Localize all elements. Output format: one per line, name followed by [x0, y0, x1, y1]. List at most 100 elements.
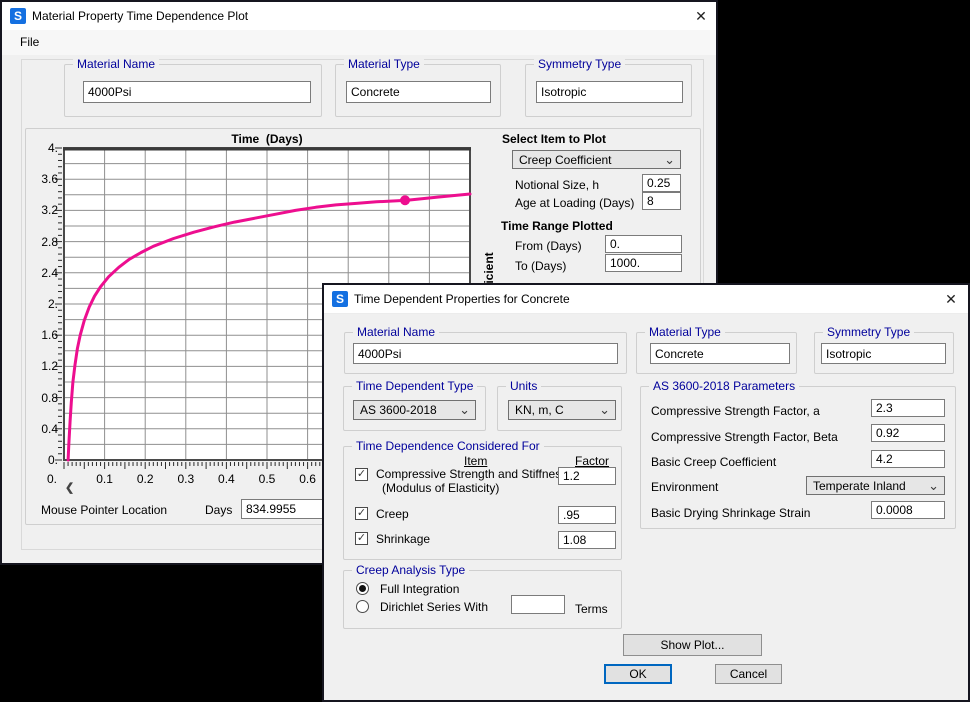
mouse-location-unit: Days	[205, 503, 232, 517]
symmetry-type-field[interactable]	[821, 343, 946, 364]
compressive-item-label2: (Modulus of Elasticity)	[382, 481, 499, 495]
units-dropdown[interactable]: KN, m, C ⌄	[508, 400, 616, 420]
full-integration-label: Full Integration	[380, 582, 459, 596]
time-dependent-type-value: AS 3600-2018	[360, 403, 437, 417]
creep-analysis-group: Creep Analysis Type Full Integration Dir…	[343, 570, 622, 629]
close-icon[interactable]: ✕	[940, 289, 962, 309]
select-item-heading: Select Item to Plot	[502, 132, 606, 146]
ok-button[interactable]: OK	[604, 664, 672, 684]
item-column-header: Item	[464, 454, 487, 468]
terms-field[interactable]	[511, 595, 565, 614]
param-row-label: Basic Drying Shrinkage Strain	[651, 506, 810, 520]
time-from-label: From (Days)	[515, 239, 582, 253]
dirichlet-series-label: Dirichlet Series With	[380, 600, 488, 614]
time-to-label: To (Days)	[515, 259, 566, 273]
ylab-tick-label: 4.	[30, 142, 58, 155]
material-type-group: Material Type	[636, 332, 797, 374]
symmetry-type-group: Symmetry Type	[814, 332, 954, 374]
param-row-label: Environment	[651, 480, 718, 494]
chevron-down-icon: ⌄	[459, 401, 470, 418]
chart-title: Time (Days)	[117, 132, 417, 146]
age-loading-field[interactable]	[642, 192, 681, 210]
ylab-tick-label: 3.6	[30, 173, 58, 186]
plot-window-title: Material Property Time Dependence Plot	[32, 9, 248, 23]
xlab-tick-label: 0.4	[211, 473, 241, 486]
material-type-field[interactable]	[650, 343, 790, 364]
creep-checkbox[interactable]: ✓	[355, 507, 368, 520]
props-window-title: Time Dependent Properties for Concrete	[354, 292, 570, 306]
material-type-group: Material Type	[335, 64, 501, 117]
parameters-group: AS 3600-2018 Parameters Compressive Stre…	[640, 386, 956, 529]
ylab-tick-label: 0.8	[30, 392, 58, 405]
show-plot-button[interactable]: Show Plot...	[623, 634, 762, 656]
mouse-location-field	[241, 499, 334, 519]
parameters-label: AS 3600-2018 Parameters	[649, 379, 799, 393]
compressive-factor-a-field[interactable]	[871, 399, 945, 417]
menu-file[interactable]: File	[12, 30, 47, 55]
symmetry-type-field[interactable]	[536, 81, 683, 103]
props-window-titlebar[interactable]: S Time Dependent Properties for Concrete…	[324, 285, 968, 314]
ylab-tick-label: 1.2	[30, 360, 58, 373]
material-name-field[interactable]	[353, 343, 618, 364]
environment-value: Temperate Inland	[813, 479, 906, 493]
environment-dropdown[interactable]: Temperate Inland ⌄	[806, 476, 945, 495]
props-window: S Time Dependent Properties for Concrete…	[322, 283, 970, 702]
xlab-tick-label: 0.	[37, 473, 67, 486]
creep-factor-field[interactable]	[558, 506, 616, 524]
age-loading-label: Age at Loading (Days)	[515, 196, 634, 210]
shrinkage-checkbox[interactable]: ✓	[355, 532, 368, 545]
compressive-factor-field[interactable]	[558, 467, 616, 485]
symmetry-type-group: Symmetry Type	[525, 64, 692, 117]
basic-creep-coefficient-field[interactable]	[871, 450, 945, 468]
chevron-down-icon: ⌄	[928, 477, 939, 494]
basic-drying-shrinkage-field[interactable]	[871, 501, 945, 519]
material-type-field[interactable]	[346, 81, 491, 103]
symmetry-type-label: Symmetry Type	[534, 57, 625, 71]
units-value: KN, m, C	[515, 403, 564, 417]
notional-size-field[interactable]	[642, 174, 681, 192]
xlab-tick-label: 0.3	[171, 473, 201, 486]
check-icon: ✓	[357, 507, 366, 519]
time-dependent-type-label: Time Dependent Type	[352, 379, 477, 393]
plot-item-dropdown[interactable]: Creep Coefficient ⌄	[512, 150, 681, 169]
mouse-location-label: Mouse Pointer Location	[41, 503, 167, 517]
dirichlet-series-radio[interactable]	[356, 600, 369, 613]
chevron-down-icon: ⌄	[664, 151, 675, 168]
time-from-field[interactable]	[605, 235, 682, 253]
creep-analysis-label: Creep Analysis Type	[352, 563, 469, 577]
creep-item-label: Creep	[376, 507, 409, 521]
factor-column-header: Factor	[575, 454, 609, 468]
cancel-button[interactable]: Cancel	[715, 664, 782, 684]
time-dependent-type-group: Time Dependent Type AS 3600-2018 ⌄	[343, 386, 486, 431]
material-type-label: Material Type	[344, 57, 424, 71]
time-to-field[interactable]	[605, 254, 682, 272]
ylab-tick-label: 0.	[30, 454, 58, 467]
xlab-tick-label: 0.6	[293, 473, 323, 486]
param-row-label: Compressive Strength Factor, a	[651, 404, 820, 418]
notional-size-label: Notional Size, h	[515, 178, 599, 192]
app-icon: S	[332, 291, 348, 307]
time-dependent-type-dropdown[interactable]: AS 3600-2018 ⌄	[353, 400, 476, 420]
app-icon: S	[10, 8, 26, 24]
compressive-factor-beta-field[interactable]	[871, 424, 945, 442]
ylab-tick-label: 2.8	[30, 236, 58, 249]
terms-label: Terms	[575, 602, 608, 616]
time-dependence-label: Time Dependence Considered For	[352, 439, 544, 453]
shrinkage-item-label: Shrinkage	[376, 532, 430, 546]
xlab-tick-label: 0.2	[130, 473, 160, 486]
ylab-tick-label: 2.4	[30, 267, 58, 280]
material-name-label: Material Name	[353, 325, 439, 339]
units-group: Units KN, m, C ⌄	[497, 386, 622, 431]
units-label: Units	[506, 379, 541, 393]
ylab-tick-label: 1.6	[30, 329, 58, 342]
material-name-group: Material Name	[344, 332, 627, 374]
close-icon[interactable]: ✕	[690, 6, 712, 26]
plot-window-titlebar[interactable]: S Material Property Time Dependence Plot…	[2, 2, 716, 31]
compressive-checkbox[interactable]: ✓	[355, 468, 368, 481]
check-icon: ✓	[357, 468, 366, 480]
plot-item-dropdown-value: Creep Coefficient	[519, 153, 612, 167]
symmetry-type-label: Symmetry Type	[823, 325, 914, 339]
full-integration-radio[interactable]	[356, 582, 369, 595]
material-name-field[interactable]	[83, 81, 311, 103]
shrinkage-factor-field[interactable]	[558, 531, 616, 549]
